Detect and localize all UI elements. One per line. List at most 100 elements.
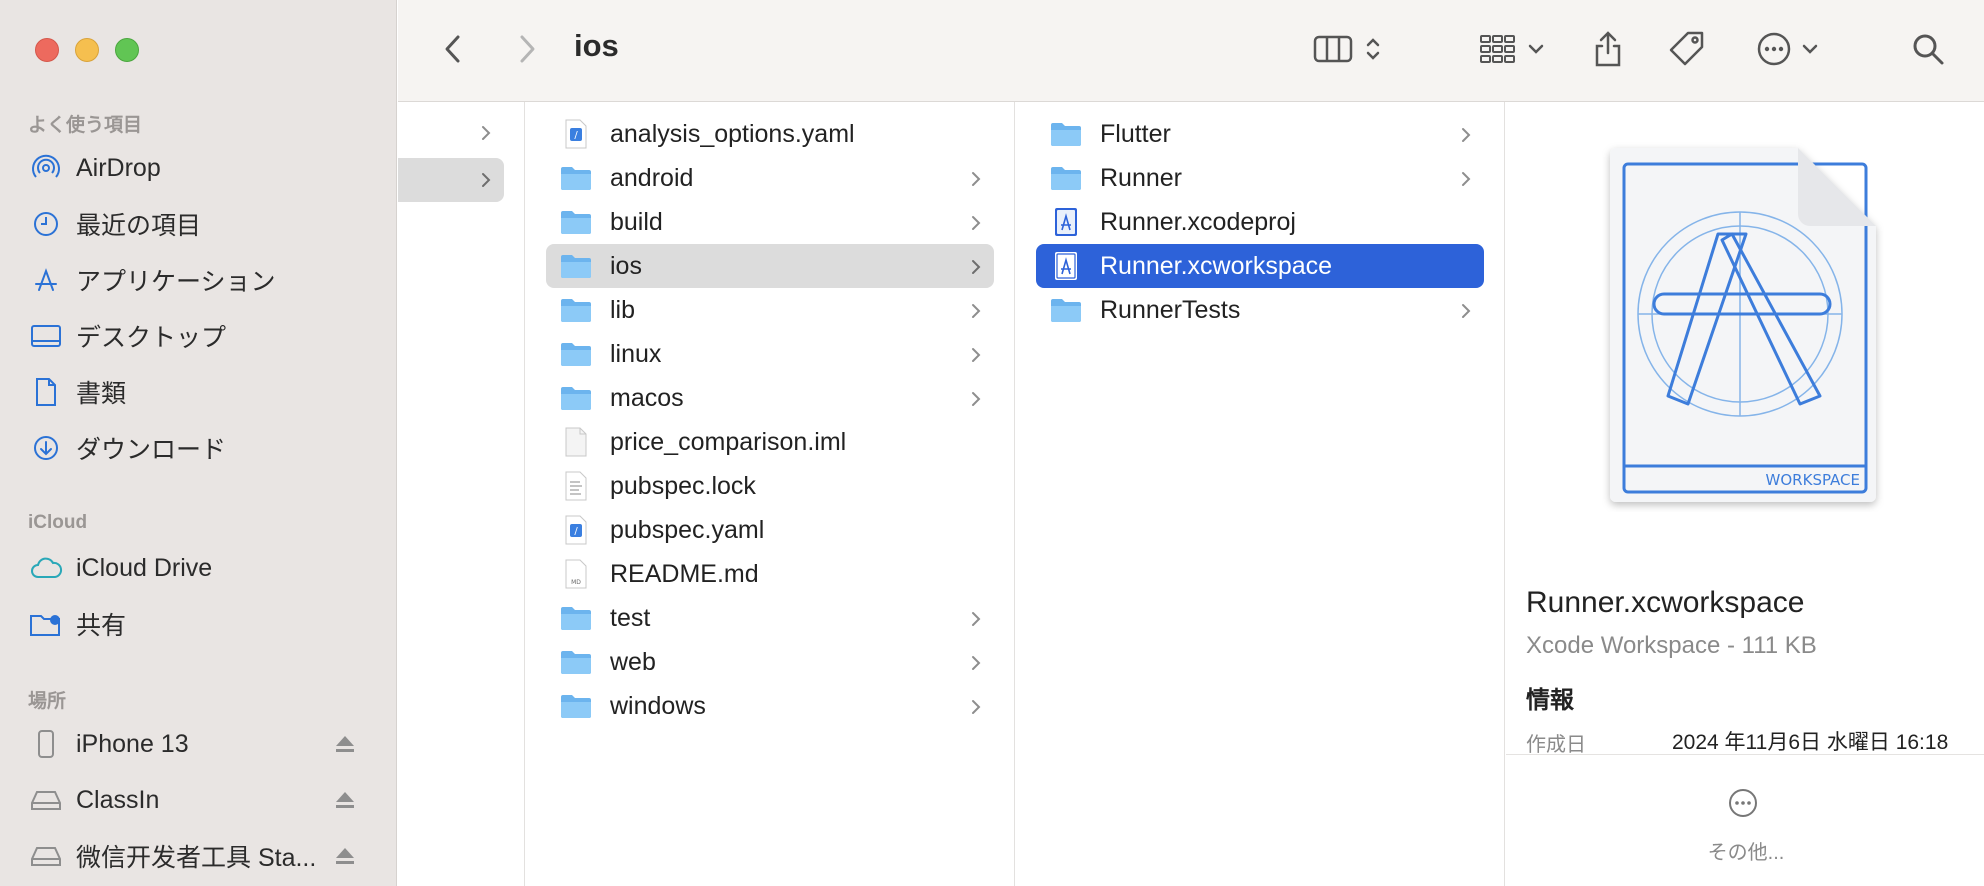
columns-view-icon [1313, 35, 1353, 63]
sidebar-item-label: AirDrop [76, 153, 161, 182]
more-label[interactable]: その他... [1606, 836, 1886, 865]
group-button[interactable] [1474, 26, 1550, 72]
close-window-button[interactable] [35, 38, 59, 62]
folder-name: windows [610, 691, 706, 720]
file-row-pubspec-lock[interactable]: pubspec.lock [546, 464, 994, 508]
folder-row-runnertests[interactable]: RunnerTests [1036, 288, 1484, 332]
folder-row-flutter[interactable]: Flutter [1036, 112, 1484, 156]
file-row-pubspec-yaml[interactable]: / pubspec.yaml [546, 508, 994, 552]
chevron-right-icon [1460, 122, 1472, 151]
eject-icon[interactable] [334, 788, 356, 817]
window-controls [35, 38, 139, 62]
folder-icon [560, 603, 592, 633]
folder-icon [1050, 163, 1082, 193]
back-button[interactable] [434, 26, 470, 72]
tag-button[interactable] [1664, 26, 1710, 72]
chevron-updown-icon [1366, 38, 1380, 60]
created-label: 作成日 [1526, 734, 1586, 756]
folder-row-ios[interactable]: ios [546, 244, 994, 288]
zoom-window-button[interactable] [115, 38, 139, 62]
eject-icon[interactable] [334, 844, 356, 873]
sidebar-item-applications[interactable]: アプリケーション [28, 260, 368, 300]
preview-file-name: Runner.xcworkspace [1526, 586, 1805, 619]
search-button[interactable] [1908, 26, 1948, 72]
sidebar-item-shared[interactable]: 共有 [28, 604, 368, 644]
minimize-window-button[interactable] [75, 38, 99, 62]
folder-icon [560, 647, 592, 677]
actions-button[interactable] [1750, 26, 1826, 72]
file-name: README.md [610, 559, 759, 588]
xcode-workspace-preview-icon: WORKSPACE [1602, 142, 1884, 512]
file-row-price-comparison-iml[interactable]: price_comparison.iml [546, 420, 994, 464]
folder-row-macos[interactable]: macos [546, 376, 994, 420]
sidebar-item-label: デスクトップ [76, 324, 227, 352]
folder-name: macos [610, 383, 684, 412]
file-name: price_comparison.iml [610, 427, 847, 456]
applications-icon [28, 264, 64, 296]
file-name: Runner.xcodeproj [1100, 207, 1296, 236]
chevron-right-icon [1460, 166, 1472, 195]
folder-icon [560, 691, 592, 721]
sidebar-item-iphone[interactable]: iPhone 13 [28, 724, 368, 764]
file-name: Runner.xcworkspace [1100, 251, 1333, 280]
folder-row-lib[interactable]: lib [546, 288, 994, 332]
xcode-project-icon [1050, 207, 1082, 237]
folder-row-build[interactable]: build [546, 200, 994, 244]
chevron-right-icon [970, 694, 982, 723]
parent-selected-row[interactable] [398, 158, 504, 202]
folder-row-android[interactable]: android [546, 156, 994, 200]
sidebar-item-airdrop[interactable]: AirDrop [28, 148, 368, 188]
sidebar-item-documents[interactable]: 書類 [28, 372, 368, 412]
eject-icon[interactable] [334, 732, 356, 761]
file-row-analysis-options[interactable]: / analysis_options.yaml [546, 112, 994, 156]
folder-row-test[interactable]: test [546, 596, 994, 640]
airdrop-icon [28, 152, 64, 184]
xcode-workspace-icon [1050, 251, 1082, 281]
sidebar-item-label: アプリケーション [76, 268, 276, 296]
sidebar-item-recents[interactable]: 最近の項目 [28, 204, 368, 244]
folder-icon [560, 251, 592, 281]
sidebar-item-desktop[interactable]: デスクトップ [28, 316, 368, 356]
sidebar-item-label: 微信开发者工具 Sta... [76, 844, 317, 872]
divider [1506, 754, 1984, 755]
window-title: ios [574, 28, 619, 63]
preview-file-kind: Xcode Workspace - 111 KB [1526, 632, 1817, 659]
folder-name: lib [610, 295, 636, 324]
sidebar-item-icloud-drive[interactable]: iCloud Drive [28, 548, 368, 588]
sidebar-item-wechat-devtools[interactable]: 微信开发者工具 Sta... [28, 836, 368, 876]
locations-section-title: 場所 [28, 691, 67, 712]
more-button[interactable] [1728, 788, 1758, 823]
folder-row-runner[interactable]: Runner [1036, 156, 1484, 200]
forward-button[interactable] [510, 26, 546, 72]
chevron-right-icon [970, 606, 982, 635]
file-row-xcworkspace[interactable]: Runner.xcworkspace [1036, 244, 1484, 288]
search-icon [1913, 34, 1944, 65]
folder-name: build [610, 207, 663, 236]
markdown-file-icon: MD [560, 559, 592, 589]
file-row-xcodeproj[interactable]: Runner.xcodeproj [1036, 200, 1484, 244]
share-icon [1595, 31, 1621, 67]
ios-column: Flutter Runner Runner.xcodeproj Runner.x… [1016, 102, 1505, 886]
chevron-right-icon[interactable] [480, 124, 492, 147]
folder-row-web[interactable]: web [546, 640, 994, 684]
file-row-readme[interactable]: MD README.md [546, 552, 994, 596]
shared-folder-icon [28, 608, 64, 640]
project-column: / analysis_options.yaml android build io… [526, 102, 1015, 886]
toolbar: ios [398, 0, 1984, 102]
view-mode-button[interactable] [1306, 26, 1390, 72]
ellipsis-circle-icon [1729, 789, 1757, 817]
chevron-left-icon [445, 35, 460, 63]
folder-icon [560, 339, 592, 369]
chevron-right-icon [970, 210, 982, 239]
sidebar-item-label: ClassIn [76, 785, 160, 814]
share-button[interactable] [1588, 26, 1628, 72]
drive-icon [28, 840, 64, 872]
clock-icon [28, 208, 64, 240]
folder-row-windows[interactable]: windows [546, 684, 994, 728]
sidebar-item-downloads[interactable]: ダウンロード [28, 428, 368, 468]
file-name: pubspec.lock [610, 471, 756, 500]
sidebar-item-classin[interactable]: ClassIn [28, 780, 368, 820]
chevron-right-icon [970, 254, 982, 283]
file-name: pubspec.yaml [610, 515, 765, 544]
folder-row-linux[interactable]: linux [546, 332, 994, 376]
